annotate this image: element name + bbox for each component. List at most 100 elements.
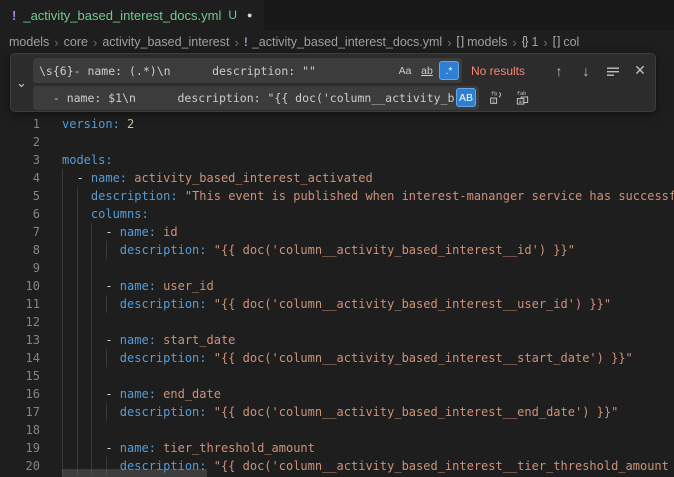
breadcrumb-separator-icon: › [543, 35, 547, 50]
indent-guide [77, 313, 78, 331]
line-number: 3 [0, 151, 40, 169]
code-line-text: description: "This event is published wh… [62, 187, 674, 205]
code-token: - [62, 333, 120, 347]
code-token: id [163, 225, 177, 239]
breadcrumb-item-core[interactable]: core [64, 35, 88, 49]
code-line[interactable]: 15 [0, 367, 674, 385]
code-line[interactable]: 13 - name: start_date [0, 331, 674, 349]
code-line-text: - name: tier_threshold_amount [62, 439, 315, 457]
indent-guide [62, 259, 63, 277]
tab-filename: _activity_based_interest_docs.yml [23, 8, 221, 23]
code-line[interactable]: 11 description: "{{ doc('column__activit… [0, 295, 674, 313]
replace-input[interactable]: - name: $1\n description: "{{ doc('colum… [33, 86, 479, 110]
code-line[interactable]: 5 description: "This event is published … [0, 187, 674, 205]
code-token [178, 189, 185, 203]
code-token [62, 297, 120, 311]
replace-icon: fb c [488, 90, 503, 105]
find-in-selection-button[interactable] [602, 60, 624, 82]
code-line[interactable]: 18 [0, 421, 674, 439]
close-find-button[interactable]: ✕ [629, 60, 651, 82]
breadcrumb-label: activity_based_interest [102, 35, 229, 49]
toggle-replace-chevron-icon[interactable]: ⌄ [11, 54, 32, 111]
replace-all-button[interactable]: fab ac [511, 87, 533, 109]
code-token [62, 351, 120, 365]
code-line[interactable]: 1 version: 2 [0, 115, 674, 133]
line-number: 12 [0, 313, 40, 331]
breadcrumb-item-models[interactable]: [ ]models [457, 35, 508, 49]
code-token: - [62, 225, 120, 239]
regex-toggle[interactable]: .* [439, 61, 459, 80]
line-number: 20 [0, 457, 40, 475]
breadcrumb-item-1[interactable]: {}1 [522, 35, 539, 49]
modified-dot-icon[interactable]: ● [247, 10, 252, 20]
code-token: "{{ doc('column__activity_based_interest… [214, 297, 611, 311]
line-number: 10 [0, 277, 40, 295]
code-line[interactable]: 12 [0, 313, 674, 331]
code-token [120, 117, 127, 131]
code-line[interactable]: 3models: [0, 151, 674, 169]
line-number: 1 [0, 115, 40, 133]
previous-match-button[interactable]: ↑ [548, 60, 570, 82]
array-symbol-icon: [ ] [457, 36, 464, 48]
code-token: description: [91, 189, 178, 203]
breadcrumb-label: models [9, 35, 49, 49]
code-token: end_date [163, 387, 221, 401]
code-line[interactable]: 10 - name: user_id [0, 277, 674, 295]
code-line[interactable]: 9 [0, 259, 674, 277]
code-line[interactable]: 8 description: "{{ doc('column__activity… [0, 241, 674, 259]
code-token: version: [62, 117, 120, 131]
breadcrumb-item-models[interactable]: models [9, 35, 49, 49]
line-number: 8 [0, 241, 40, 259]
replace-text[interactable]: - name: $1\n description: "{{ doc('colum… [39, 91, 454, 105]
indent-guide [91, 421, 92, 439]
line-number: 5 [0, 187, 40, 205]
tab-activity-based-interest-docs[interactable]: ! _activity_based_interest_docs.yml U ● [0, 0, 264, 30]
tab-bar: ! _activity_based_interest_docs.yml U ● [0, 0, 674, 30]
code-line[interactable]: 17 description: "{{ doc('column__activit… [0, 403, 674, 421]
code-editor[interactable]: 1 version: 223models:4 - name: activity_b… [0, 115, 674, 475]
breadcrumb-separator-icon: › [54, 35, 58, 50]
find-query-text[interactable]: \s{6}- name: (.*)\n description: "" [39, 64, 393, 78]
whole-word-toggle[interactable]: ab [417, 61, 437, 80]
svg-text:fb: fb [490, 91, 497, 98]
code-token [62, 405, 120, 419]
code-token: start_date [163, 333, 235, 347]
code-line-text: - name: end_date [62, 385, 221, 403]
code-token: name: [120, 279, 156, 293]
breadcrumb-label: _activity_based_interest_docs.yml [252, 35, 442, 49]
code-line-text: columns: [62, 205, 149, 223]
code-token [62, 243, 120, 257]
vscode-editor-window: ! _activity_based_interest_docs.yml U ● … [0, 0, 674, 477]
code-token: "{{ doc('column__activity_based_interest… [214, 405, 619, 419]
code-line[interactable]: 2 [0, 133, 674, 151]
match-case-toggle[interactable]: Aa [395, 61, 415, 80]
code-line-text: description: "{{ doc('column__activity_b… [62, 241, 575, 259]
code-token: - [62, 279, 120, 293]
code-line[interactable]: 14 description: "{{ doc('column__activit… [0, 349, 674, 367]
line-number: 11 [0, 295, 40, 313]
code-line[interactable]: 7 - name: id [0, 223, 674, 241]
breadcrumb-item-col[interactable]: [ ]col [553, 35, 580, 49]
next-match-button[interactable]: ↓ [575, 60, 597, 82]
replace-button[interactable]: fb c [484, 87, 506, 109]
code-line-text: description: "{{ doc('column__activity_b… [62, 295, 611, 313]
preserve-case-toggle[interactable]: AB [456, 88, 476, 107]
code-token: columns: [91, 207, 149, 221]
git-status-badge: U [228, 8, 237, 22]
find-input[interactable]: \s{6}- name: (.*)\n description: "" Aa a… [33, 58, 462, 83]
code-token: name: [91, 171, 127, 185]
breadcrumb-label: 1 [531, 35, 538, 49]
code-line[interactable]: 19 - name: tier_threshold_amount [0, 439, 674, 457]
code-line[interactable]: 16 - name: end_date [0, 385, 674, 403]
breadcrumb-item-activity-based-interest[interactable]: activity_based_interest [102, 35, 229, 49]
code-line[interactable]: 4 - name: activity_based_interest_activa… [0, 169, 674, 187]
horizontal-scrollbar-thumb[interactable] [62, 469, 207, 477]
find-in-selection-icon [606, 64, 620, 78]
code-token: name: [120, 387, 156, 401]
code-line[interactable]: 6 columns: [0, 205, 674, 223]
code-token: - [62, 441, 120, 455]
breadcrumb-item--activity-based-interest-docs-yml[interactable]: !_activity_based_interest_docs.yml [244, 35, 442, 49]
code-token: "This event is published when interest-m… [185, 189, 674, 203]
code-line-text: version: 2 [62, 115, 134, 133]
code-token: description: [120, 351, 207, 365]
